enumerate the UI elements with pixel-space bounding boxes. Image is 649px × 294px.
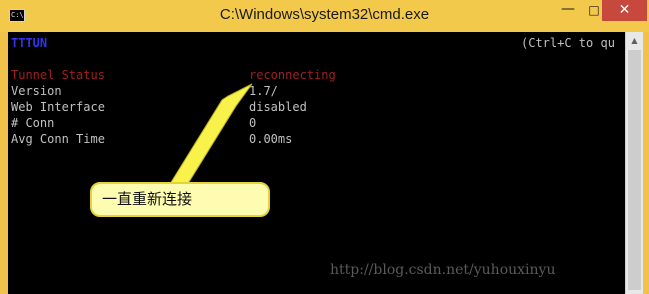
row-label-avg-conn-time: Avg Conn Time: [11, 132, 105, 146]
row-label-tunnel-status: Tunnel Status: [11, 68, 105, 82]
title-bar[interactable]: C:\ C:\Windows\system32\cmd.exe — □ ✕: [0, 0, 649, 32]
window-title: C:\Windows\system32\cmd.exe: [219, 6, 430, 23]
row-label-version: Version: [11, 84, 62, 98]
vertical-scrollbar[interactable]: ▲: [625, 32, 643, 294]
row-value-avg-conn-time: 0.00ms: [249, 132, 293, 146]
scroll-up-arrow-icon[interactable]: ▲: [626, 32, 643, 49]
row-value-conn: 0: [249, 116, 257, 130]
row-label-web-interface: Web Interface: [11, 100, 105, 114]
scroll-thumb[interactable]: [628, 50, 641, 290]
row-value-tunnel-status: reconnecting: [249, 68, 336, 82]
minimize-icon[interactable]: —: [555, 0, 581, 21]
console-output[interactable]: TTTUN (Ctrl+C to qu Tunnel Status reconn…: [8, 32, 625, 294]
close-icon[interactable]: ✕: [602, 0, 647, 21]
row-label-conn: # Conn: [11, 116, 55, 130]
cmd-window: C:\ C:\Windows\system32\cmd.exe — □ ✕ TT…: [0, 0, 649, 294]
console-header-hint: (Ctrl+C to qu: [521, 36, 615, 50]
console-header-left: TTTUN: [11, 36, 48, 50]
row-value-version: 1.7/: [249, 84, 278, 98]
row-value-web-interface: disabled: [249, 100, 307, 114]
watermark-url: http://blog.csdn.net/yuhouxinyu: [330, 262, 556, 278]
annotation-callout: 一直重新连接: [90, 182, 270, 217]
